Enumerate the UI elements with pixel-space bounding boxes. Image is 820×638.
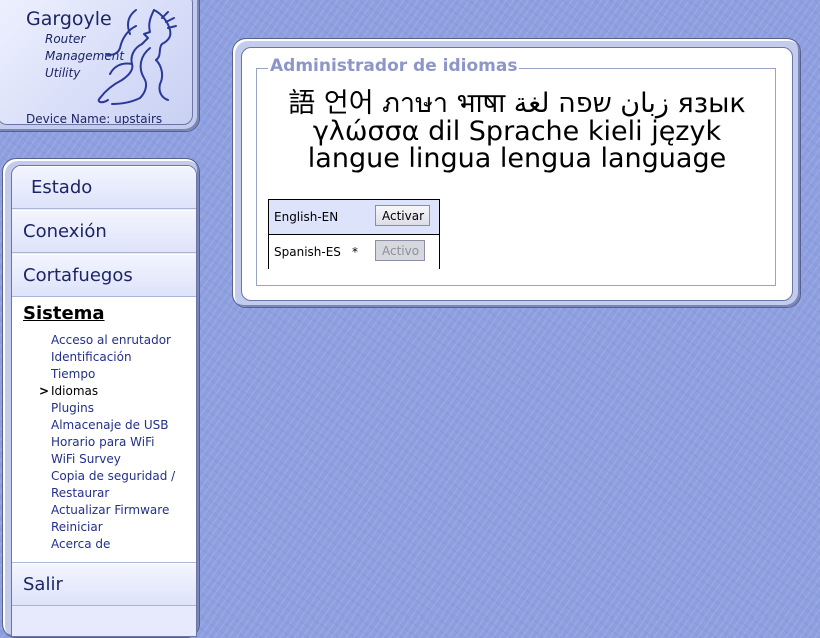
table-row: English-EN Activar — [269, 200, 439, 235]
current-marker: * — [352, 245, 358, 259]
language-name: English-EN — [274, 210, 339, 224]
sub-item-restore[interactable]: Restaurar — [51, 486, 109, 500]
tagline-line-1: Router — [45, 32, 86, 46]
section-legend: Administrador de idiomas — [268, 56, 520, 76]
sub-item-plugins[interactable]: Plugins — [51, 401, 94, 415]
active-marker: > — [39, 384, 50, 398]
language-words-line-2: γλώσσα dil Sprache kieli język — [312, 116, 722, 147]
sub-item-idiomas[interactable]: Idiomas — [51, 384, 98, 398]
sub-item-backup[interactable]: Copia de seguridad / — [51, 469, 175, 483]
table-row: Spanish-ES * Activo — [269, 235, 439, 269]
activate-button[interactable]: Activar — [375, 205, 430, 226]
sub-item-firmware[interactable]: Actualizar Firmware — [51, 503, 169, 517]
main-panel: Administrador de idiomas 語 언어 ภาษา भाषा … — [232, 38, 801, 308]
sub-item-identificacion[interactable]: Identificación — [51, 350, 132, 364]
nav-item-conexion[interactable]: Conexión — [12, 210, 196, 253]
gargoyle-logo-icon — [97, 9, 177, 105]
sidebar-nav: Estado Conexión Cortafuegos Sistema Acce… — [11, 165, 197, 637]
nav-item-estado[interactable]: Estado — [12, 166, 196, 209]
main-content: Administrador de idiomas 語 언어 ภาษา भाषा … — [241, 47, 793, 301]
language-table: English-EN Activar Spanish-ES * Activo — [268, 199, 440, 269]
language-manager-fieldset: Administrador de idiomas 語 언어 ภาษา भाषा … — [256, 56, 776, 286]
active-button-disabled: Activo — [375, 240, 425, 261]
sidebar-nav-panel: Estado Conexión Cortafuegos Sistema Acce… — [2, 158, 200, 638]
language-name: Spanish-ES — [274, 245, 341, 259]
sub-item-acceso[interactable]: Acceso al enrutador — [51, 333, 171, 347]
nav-item-cortafuegos[interactable]: Cortafuegos — [12, 254, 196, 297]
sub-item-wifi-schedule[interactable]: Horario para WiFi — [51, 435, 154, 449]
device-name-label: Device Name: upstairs — [26, 112, 163, 125]
header-inner: Gargoyle Router Management Utility Devic… — [0, 0, 193, 125]
language-words-line-3: langue lingua lengua language — [307, 143, 727, 174]
sub-item-wifi-survey[interactable]: WiFi Survey — [51, 452, 121, 466]
sub-item-reboot[interactable]: Reiniciar — [51, 520, 103, 534]
nav-section-sistema: Sistema Acceso al enrutador Identificaci… — [12, 297, 196, 563]
sub-item-about[interactable]: Acerca de — [51, 537, 110, 551]
nav-item-salir[interactable]: Salir — [12, 563, 196, 606]
nav-item-label: Cortafuegos — [23, 265, 133, 286]
language-words-line-1: 語 언어 ภาษา भाषा زبان שפה لغة язык — [288, 88, 746, 119]
sub-item-usb[interactable]: Almacenaje de USB — [51, 418, 169, 432]
nav-item-label: Estado — [31, 177, 93, 198]
sub-item-tiempo[interactable]: Tiempo — [51, 367, 95, 381]
nav-section-title[interactable]: Sistema — [23, 303, 105, 324]
header-panel: Gargoyle Router Management Utility Devic… — [0, 0, 200, 132]
nav-item-label: Salir — [23, 574, 63, 595]
tagline-line-3: Utility — [45, 66, 81, 80]
nav-item-label: Conexión — [23, 221, 107, 242]
